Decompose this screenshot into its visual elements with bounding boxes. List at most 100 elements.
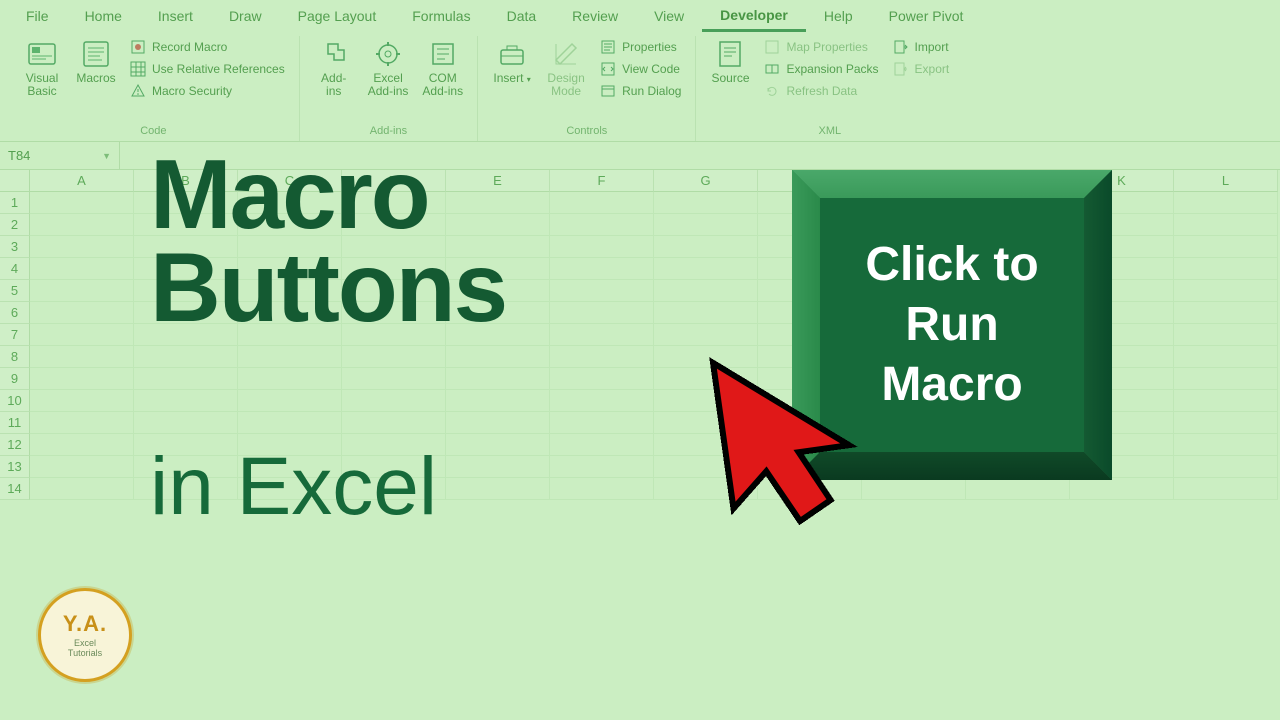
cell[interactable] bbox=[550, 236, 654, 258]
cell[interactable] bbox=[550, 214, 654, 236]
cell[interactable] bbox=[30, 346, 134, 368]
cell[interactable] bbox=[342, 346, 446, 368]
row-header[interactable]: 2 bbox=[0, 214, 30, 236]
cell[interactable] bbox=[654, 192, 758, 214]
cell[interactable] bbox=[342, 390, 446, 412]
row-header[interactable]: 5 bbox=[0, 280, 30, 302]
cell[interactable] bbox=[654, 258, 758, 280]
source-button[interactable]: Source bbox=[706, 36, 754, 87]
column-header[interactable]: L bbox=[1174, 170, 1278, 192]
cell[interactable] bbox=[342, 412, 446, 434]
cell[interactable] bbox=[1174, 192, 1278, 214]
cell[interactable] bbox=[550, 390, 654, 412]
row-header[interactable]: 11 bbox=[0, 412, 30, 434]
cell[interactable] bbox=[238, 412, 342, 434]
cell[interactable] bbox=[1174, 368, 1278, 390]
tab-draw[interactable]: Draw bbox=[211, 2, 280, 30]
select-all-corner[interactable] bbox=[0, 170, 30, 192]
import-button[interactable]: Import bbox=[889, 38, 954, 56]
cell[interactable] bbox=[550, 368, 654, 390]
name-box[interactable]: T84 ▼ bbox=[0, 142, 120, 169]
macro-security-button[interactable]: Macro Security bbox=[126, 82, 289, 100]
cell[interactable] bbox=[966, 478, 1070, 500]
cell[interactable] bbox=[446, 368, 550, 390]
cell[interactable] bbox=[446, 456, 550, 478]
cell[interactable] bbox=[1174, 324, 1278, 346]
row-header[interactable]: 3 bbox=[0, 236, 30, 258]
cell[interactable] bbox=[654, 214, 758, 236]
tab-developer[interactable]: Developer bbox=[702, 1, 806, 32]
tab-view[interactable]: View bbox=[636, 2, 702, 30]
cell[interactable] bbox=[550, 192, 654, 214]
cell[interactable] bbox=[1174, 302, 1278, 324]
macros-button[interactable]: Macros bbox=[72, 36, 120, 87]
cell[interactable] bbox=[550, 324, 654, 346]
cell[interactable] bbox=[30, 368, 134, 390]
cell[interactable] bbox=[1174, 390, 1278, 412]
column-header[interactable]: F bbox=[550, 170, 654, 192]
row-header[interactable]: 1 bbox=[0, 192, 30, 214]
cell[interactable] bbox=[654, 280, 758, 302]
cell[interactable] bbox=[654, 236, 758, 258]
cell[interactable] bbox=[550, 280, 654, 302]
design-mode-button[interactable]: Design Mode bbox=[542, 36, 590, 100]
properties-button[interactable]: Properties bbox=[596, 38, 685, 56]
row-header[interactable]: 7 bbox=[0, 324, 30, 346]
cell[interactable] bbox=[550, 412, 654, 434]
cell[interactable] bbox=[238, 368, 342, 390]
row-header[interactable]: 10 bbox=[0, 390, 30, 412]
visual-basic-button[interactable]: Visual Basic bbox=[18, 36, 66, 100]
tab-file[interactable]: File bbox=[8, 2, 67, 30]
insert-button[interactable]: Insert ▾ bbox=[488, 36, 536, 87]
cell[interactable] bbox=[30, 456, 134, 478]
row-header[interactable]: 12 bbox=[0, 434, 30, 456]
cell[interactable] bbox=[1174, 236, 1278, 258]
run-dialog-button[interactable]: Run Dialog bbox=[596, 82, 685, 100]
cell[interactable] bbox=[30, 390, 134, 412]
cell[interactable] bbox=[134, 390, 238, 412]
cell[interactable] bbox=[550, 302, 654, 324]
tab-formulas[interactable]: Formulas bbox=[394, 2, 488, 30]
cell[interactable] bbox=[654, 324, 758, 346]
cell[interactable] bbox=[1174, 214, 1278, 236]
row-header[interactable]: 14 bbox=[0, 478, 30, 500]
cell[interactable] bbox=[134, 368, 238, 390]
export-button[interactable]: Export bbox=[889, 60, 954, 78]
column-header[interactable]: A bbox=[30, 170, 134, 192]
cell[interactable] bbox=[30, 258, 134, 280]
row-header[interactable]: 9 bbox=[0, 368, 30, 390]
expansion-packs-button[interactable]: Expansion Packs bbox=[760, 60, 882, 78]
cell[interactable] bbox=[1070, 478, 1174, 500]
cell[interactable] bbox=[134, 412, 238, 434]
cell[interactable] bbox=[1174, 456, 1278, 478]
cell[interactable] bbox=[1174, 412, 1278, 434]
use-relative-button[interactable]: Use Relative References bbox=[126, 60, 289, 78]
cell[interactable] bbox=[30, 434, 134, 456]
cell[interactable] bbox=[30, 478, 134, 500]
cell[interactable] bbox=[1174, 478, 1278, 500]
cell[interactable] bbox=[446, 346, 550, 368]
cell[interactable] bbox=[30, 324, 134, 346]
map-properties-button[interactable]: Map Properties bbox=[760, 38, 882, 56]
tab-power-pivot[interactable]: Power Pivot bbox=[871, 2, 982, 30]
column-header[interactable]: G bbox=[654, 170, 758, 192]
cell[interactable] bbox=[30, 280, 134, 302]
cell[interactable] bbox=[1174, 280, 1278, 302]
cell[interactable] bbox=[238, 390, 342, 412]
refresh-data-button[interactable]: Refresh Data bbox=[760, 82, 882, 100]
excel-addins-button[interactable]: Excel Add-ins bbox=[364, 36, 413, 100]
tab-page-layout[interactable]: Page Layout bbox=[280, 2, 395, 30]
tab-insert[interactable]: Insert bbox=[140, 2, 211, 30]
cell[interactable] bbox=[30, 302, 134, 324]
addins-button[interactable]: Add- ins bbox=[310, 36, 358, 100]
view-code-button[interactable]: View Code bbox=[596, 60, 685, 78]
row-header[interactable]: 8 bbox=[0, 346, 30, 368]
cell[interactable] bbox=[446, 434, 550, 456]
cell[interactable] bbox=[134, 346, 238, 368]
com-addins-button[interactable]: COM Add-ins bbox=[418, 36, 467, 100]
row-header[interactable]: 6 bbox=[0, 302, 30, 324]
cell[interactable] bbox=[654, 302, 758, 324]
cell[interactable] bbox=[550, 478, 654, 500]
cell[interactable] bbox=[550, 258, 654, 280]
cell[interactable] bbox=[1174, 346, 1278, 368]
